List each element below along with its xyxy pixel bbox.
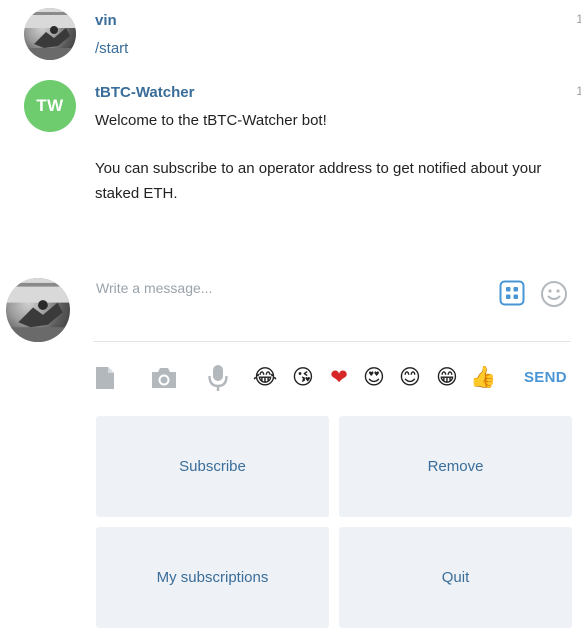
message-text[interactable]: /start (95, 36, 565, 61)
avatar[interactable] (24, 8, 76, 60)
chat-window: vin 1 /start TW tBTC-Watcher 1 Welcome t… (0, 0, 581, 634)
keyboard-button-my-subscriptions[interactable]: My subscriptions (96, 527, 329, 628)
emoji-blush-icon[interactable]: 😊 (397, 364, 423, 390)
keyboard-button-label: My subscriptions (156, 569, 269, 586)
emoji-grin-icon[interactable]: 😁 (434, 364, 460, 390)
composer-avatar[interactable] (6, 278, 70, 342)
emoji-joy-icon[interactable]: 😂 (252, 364, 278, 390)
avatar-initials: TW (36, 96, 64, 115)
message-input[interactable] (96, 280, 476, 296)
smile-icon[interactable] (540, 280, 568, 308)
message-time: 1 (576, 12, 581, 26)
keyboard-button-label: Remove (427, 458, 484, 475)
message-author[interactable]: vin (95, 12, 117, 29)
keyboard-button-subscribe[interactable]: Subscribe (96, 416, 329, 517)
message-bot: TW tBTC-Watcher 1 Welcome to the tBTC-Wa… (0, 78, 581, 218)
emoji-heart-icon[interactable]: ❤ (326, 364, 352, 390)
microphone-icon[interactable] (206, 363, 230, 393)
camera-icon[interactable] (150, 366, 178, 390)
bot-keyboard-icon[interactable] (499, 280, 525, 306)
keyboard-button-label: Subscribe (179, 458, 246, 475)
bot-avatar[interactable]: TW (24, 80, 76, 132)
message-text-subscribe: You can subscribe to an operator address… (95, 160, 542, 202)
message-time: 1 (576, 84, 581, 98)
keyboard-button-quit[interactable]: Quit (339, 527, 572, 628)
message-user: vin 1 /start (0, 0, 581, 70)
composer-divider (93, 341, 571, 342)
emoji-thumbs-up-icon[interactable]: 👍 (470, 364, 496, 390)
keyboard-button-label: Quit (441, 569, 470, 586)
file-icon[interactable] (93, 365, 117, 391)
keyboard-button-remove[interactable]: Remove (339, 416, 572, 517)
message-author[interactable]: tBTC-Watcher (95, 84, 194, 101)
send-button[interactable]: SEND (524, 369, 567, 386)
emoji-kiss-icon[interactable]: 😘 (290, 364, 316, 390)
emoji-heart-eyes-icon[interactable]: 😍 (361, 364, 387, 390)
message-text-welcome: Welcome to the tBTC-Watcher bot! (95, 112, 327, 129)
